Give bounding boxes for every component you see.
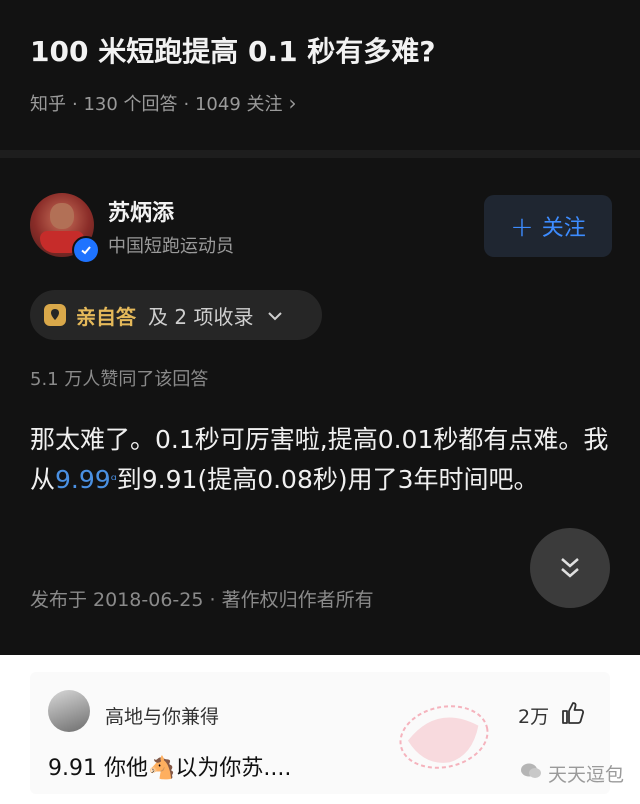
question-title[interactable]: 100 米短跑提高 0.1 秒有多难? [30, 30, 436, 70]
answer-badge[interactable]: 亲自答 及 2 项收录 [30, 290, 322, 340]
question-meta[interactable]: 知乎 · 130 个回答 · 1049 关注 › [30, 90, 297, 116]
follow-label: 关注 [541, 216, 586, 241]
author-name[interactable]: 苏炳添 [108, 195, 174, 227]
source-label: 知乎 [30, 94, 66, 115]
answer-content: 那太难了。0.1秒可厉害啦,提高0.01秒都有点难。我从9.99ᵅ到9.91(提… [30, 420, 615, 500]
gold-badge-icon [44, 304, 66, 326]
wechat-icon [520, 762, 542, 785]
followers-count: · 1049 关注 [183, 94, 283, 115]
answer-link[interactable]: 9.99 [55, 465, 111, 494]
chevron-down-icon [267, 305, 283, 326]
answer-text-part2: 到9.91(提高0.08秒)用了3年时间吧。 [116, 465, 539, 494]
commenter-name[interactable]: 高地与你兼得 [105, 702, 219, 729]
comment-like-count: 2万 [518, 706, 550, 728]
author-description: 中国短跑运动员 [108, 236, 234, 257]
verified-icon [72, 236, 100, 264]
self-answer-label: 亲自答 [76, 304, 136, 329]
watermark-text: 天天逗包 [548, 764, 625, 786]
chevron-right-icon: › [288, 91, 297, 115]
comment-text: 9.91 你他🐴以为你苏.... [48, 756, 292, 781]
plus-icon: + [510, 209, 534, 243]
likes-count[interactable]: 5.1 万人赞同了该回答 [30, 365, 208, 391]
watermark: 天天逗包 [520, 760, 624, 787]
avatar-face [50, 203, 74, 229]
double-chevron-down-icon[interactable] [530, 528, 610, 608]
answers-count: · 130 个回答 [72, 94, 178, 115]
follow-button[interactable]: + 关注 [484, 195, 612, 257]
collections-label: 及 2 项收录 [148, 304, 254, 329]
publish-info: 发布于 2018-06-25 · 著作权归作者所有 [30, 589, 374, 611]
section-divider [0, 150, 640, 158]
thumb-up-icon[interactable] [560, 700, 586, 730]
commenter-avatar[interactable] [48, 690, 90, 732]
